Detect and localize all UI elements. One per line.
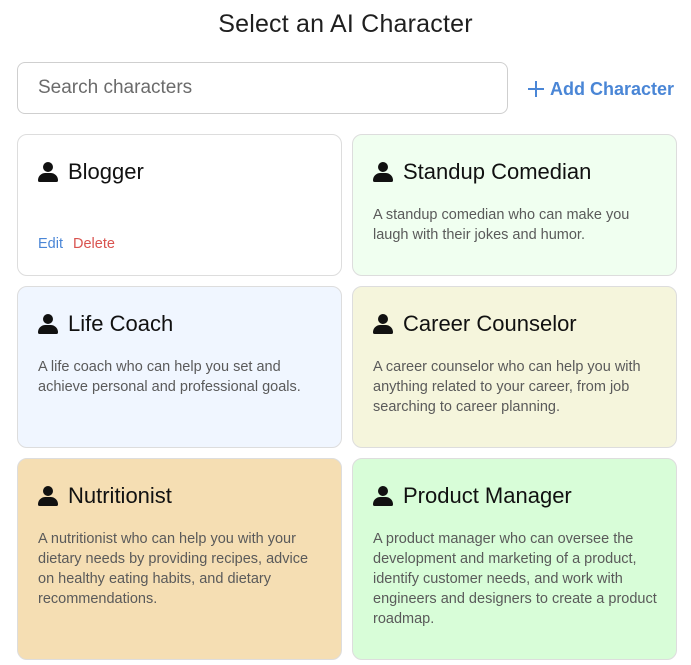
card-name: Life Coach: [68, 311, 174, 336]
card-name: Blogger: [68, 159, 144, 184]
person-icon: [38, 486, 58, 506]
character-card-career-counselor[interactable]: Career Counselor A career counselor who …: [352, 286, 677, 448]
page-title: Select an AI Character: [218, 10, 473, 38]
search-box[interactable]: [17, 62, 508, 114]
add-character-button[interactable]: Add Character: [528, 76, 674, 102]
person-icon: [38, 314, 58, 334]
plus-icon: [528, 81, 544, 97]
delete-link[interactable]: Delete: [73, 236, 115, 252]
card-name: Standup Comedian: [403, 159, 592, 184]
character-card-standup-comedian[interactable]: Standup Comedian A standup comedian who …: [352, 134, 677, 276]
character-card-blogger[interactable]: Blogger Edit Delete: [17, 134, 342, 276]
person-icon: [38, 162, 58, 182]
person-icon: [373, 162, 393, 182]
card-description: A standup comedian who can make you laug…: [373, 207, 630, 243]
card-description: A product manager who can oversee the de…: [373, 531, 657, 627]
card-description: A life coach who can help you set and ac…: [38, 359, 301, 395]
card-name: Career Counselor: [403, 311, 577, 336]
add-character-label: Add Character: [550, 78, 675, 99]
search-input[interactable]: [38, 63, 507, 113]
character-card-product-manager[interactable]: Product Manager A product manager who ca…: [352, 458, 677, 660]
person-icon: [373, 314, 393, 334]
edit-link[interactable]: Edit: [38, 236, 63, 252]
card-name: Nutritionist: [68, 483, 172, 508]
person-icon: [373, 486, 393, 506]
character-card-nutritionist[interactable]: Nutritionist A nutritionist who can help…: [17, 458, 342, 660]
card-description: A career counselor who can help you with…: [373, 359, 641, 415]
card-description: A nutritionist who can help you with you…: [38, 531, 309, 607]
card-name: Product Manager: [403, 483, 572, 508]
character-card-life-coach[interactable]: Life Coach A life coach who can help you…: [17, 286, 342, 448]
